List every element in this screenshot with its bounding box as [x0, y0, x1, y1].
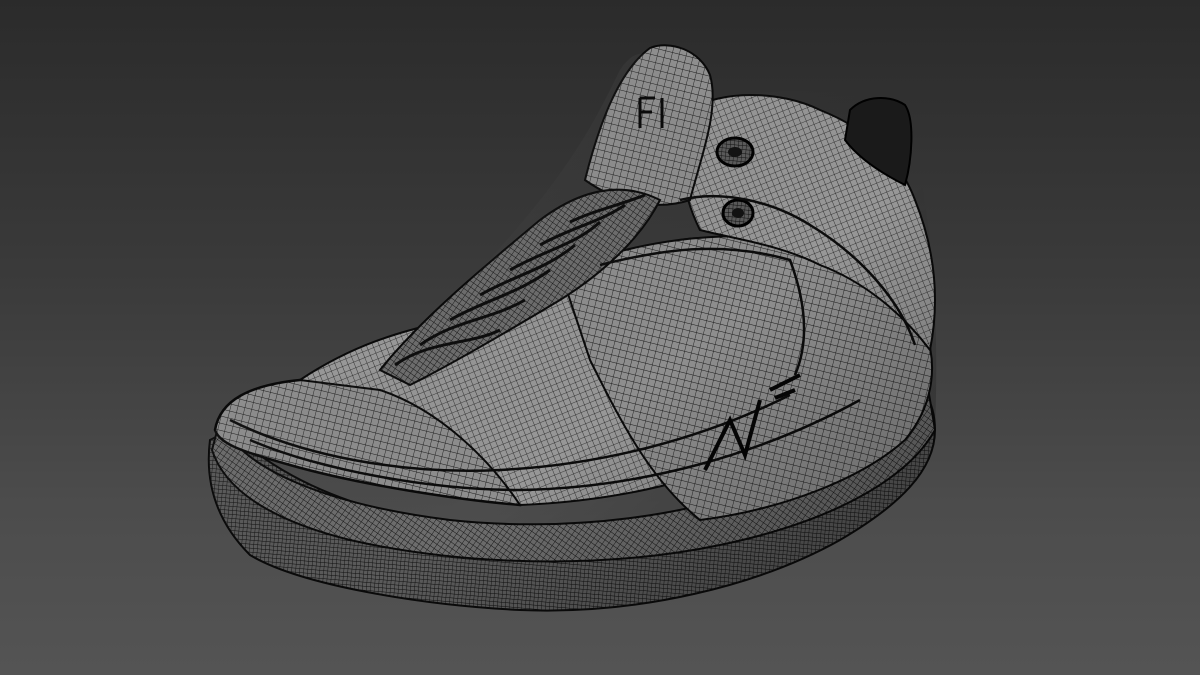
model-shading	[208, 53, 937, 611]
3d-viewport[interactable]	[0, 0, 1200, 675]
shoe-wireframe-model	[207, 44, 937, 612]
